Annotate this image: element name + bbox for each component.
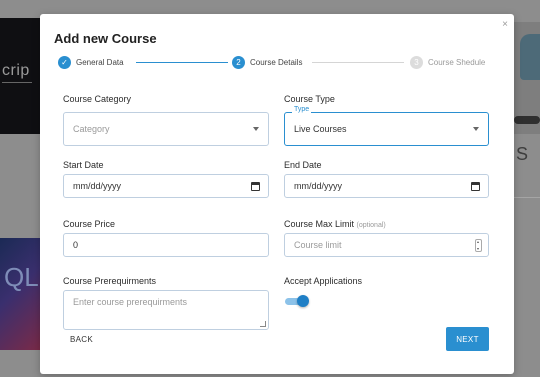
step-course-schedule[interactable]: 3 Course Shedule: [410, 56, 485, 69]
step-number-badge: 3: [410, 56, 423, 69]
background-heading-fragment: S: [516, 144, 529, 164]
course-prerequirments-textarea[interactable]: Enter course prerequirments: [63, 290, 269, 330]
accept-applications-toggle[interactable]: [285, 295, 309, 307]
toggle-knob: [297, 295, 309, 307]
check-icon: ✓: [58, 56, 71, 69]
back-button[interactable]: BACK: [70, 335, 93, 344]
resize-handle-icon[interactable]: [260, 321, 266, 327]
background-illustration-figure: [520, 34, 540, 80]
background-divider: [514, 197, 540, 198]
course-max-limit-input[interactable]: Course limit: [284, 233, 489, 257]
start-date-input[interactable]: mm/dd/yyyy: [63, 174, 269, 198]
step-course-details[interactable]: 2 Course Details: [232, 56, 302, 69]
background-illustration-arm: [514, 116, 540, 124]
step-label: General Data: [76, 58, 124, 67]
field-label-text: Course Max Limit: [284, 219, 355, 229]
background-banner-rule: [2, 82, 32, 85]
select-placeholder: Category: [73, 124, 110, 134]
course-prerequirments-label: Course Prerequirments: [63, 276, 157, 286]
background-thumbnail-text: QL: [4, 262, 39, 292]
course-price-input[interactable]: 0: [63, 233, 269, 257]
end-date-input[interactable]: mm/dd/yyyy: [284, 174, 489, 198]
step-connector-pending: [312, 62, 404, 63]
course-category-label: Course Category: [63, 94, 132, 104]
step-number-badge: 2: [232, 56, 245, 69]
calendar-icon[interactable]: [471, 182, 480, 191]
course-max-limit-label: Course Max Limit (optional): [284, 219, 386, 229]
add-course-modal: × Add new Course ✓ General Data 2 Course…: [40, 14, 514, 374]
course-type-floating-label: Type: [292, 106, 312, 113]
step-label: Course Details: [250, 58, 303, 67]
step-general-data[interactable]: ✓ General Data: [58, 56, 124, 69]
input-value: 0: [73, 240, 79, 250]
input-placeholder: Course limit: [294, 240, 342, 250]
close-icon[interactable]: ×: [502, 20, 508, 30]
textarea-placeholder: Enter course prerequirments: [73, 297, 188, 307]
select-value: Live Courses: [294, 124, 347, 134]
step-label: Course Shedule: [428, 58, 486, 67]
course-price-label: Course Price: [63, 219, 116, 229]
optional-hint: (optional): [356, 222, 386, 229]
accept-applications-label: Accept Applications: [284, 276, 363, 286]
step-connector-completed: [136, 62, 228, 63]
course-category-select[interactable]: Category: [63, 112, 269, 146]
chevron-down-icon: [473, 127, 479, 131]
date-value: mm/dd/yyyy: [294, 181, 343, 191]
number-stepper-icon[interactable]: [475, 239, 482, 252]
end-date-label: End Date: [284, 160, 322, 170]
progress-stepper: ✓ General Data 2 Course Details 3 Course…: [58, 56, 498, 72]
calendar-icon[interactable]: [251, 182, 260, 191]
date-value: mm/dd/yyyy: [73, 181, 122, 191]
course-type-label: Course Type: [284, 94, 335, 104]
course-type-select[interactable]: Live Courses: [284, 112, 489, 146]
background-course-thumbnail: [0, 238, 40, 350]
next-button[interactable]: NEXT: [446, 327, 489, 351]
background-banner-text: crip: [2, 62, 30, 79]
start-date-label: Start Date: [63, 160, 104, 170]
chevron-down-icon: [253, 127, 259, 131]
modal-title: Add new Course: [54, 31, 157, 46]
